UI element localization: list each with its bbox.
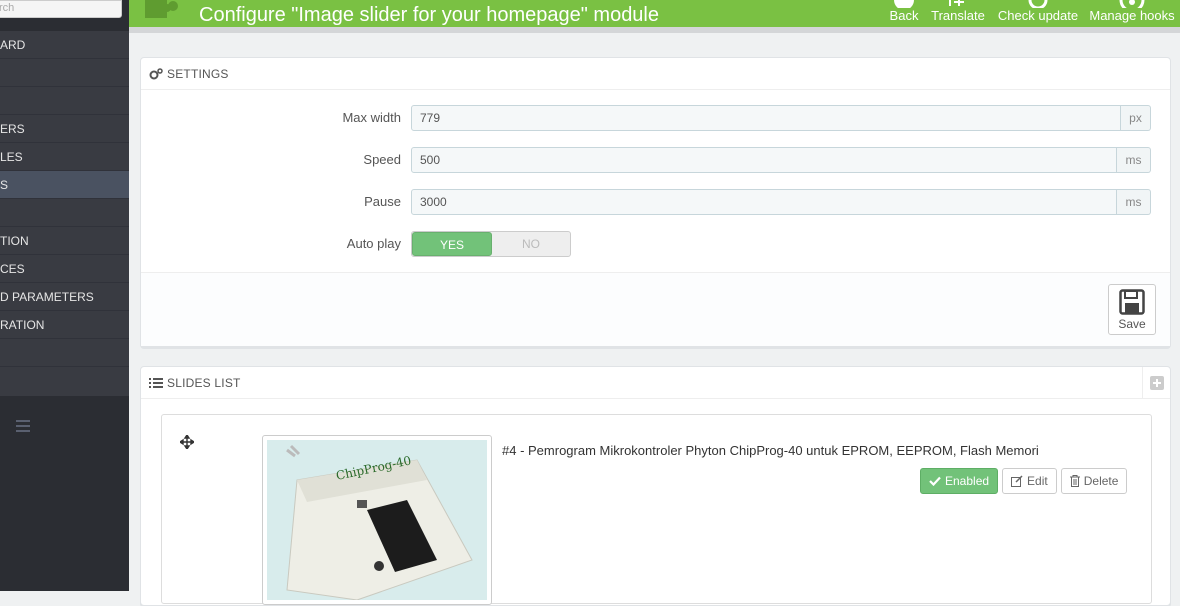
manage-hooks-button[interactable]: Manage hooks [1084,0,1180,27]
max-width-row: Max width 779 px [141,105,1172,133]
pause-unit: ms [1117,189,1151,215]
sidebar-menu: ARD ERS LES S TION CES D PARAMETERS RATI… [0,31,129,396]
slides-panel: SLIDES LIST ChipProg-40 #4 - Pemrogram M… [140,366,1171,606]
max-width-unit: px [1121,105,1151,131]
sidebar-item-active[interactable]: S [0,171,129,199]
sidebar-item[interactable] [0,87,129,115]
page-title: Configure "Image slider for your homepag… [199,4,659,26]
slides-heading: SLIDES LIST [141,367,1170,399]
enabled-toggle-button[interactable]: Enabled [920,468,999,494]
menu-collapse-icon[interactable] [16,420,30,432]
auto-play-no[interactable]: NO [492,232,570,256]
sidebar-item[interactable]: RATION [0,311,129,339]
auto-play-row: Auto play YES NO [141,231,1172,259]
settings-panel: SETTINGS Max width 779 px Speed 500 ms P… [140,57,1171,347]
back-icon [894,0,914,8]
refresh-icon [1028,0,1048,8]
pause-row: Pause 3000 ms [141,189,1172,217]
trash-icon [1069,475,1080,487]
auto-play-label: Auto play [346,236,401,251]
delete-slide-button[interactable]: Delete [1060,468,1128,494]
toolbar: Back Translate Check update Manage hooks [884,0,1180,27]
auto-play-yes[interactable]: YES [412,232,492,256]
sidebar-item[interactable]: ARD [0,31,129,59]
check-icon [929,476,941,486]
sidebar-item[interactable] [0,199,129,227]
anchor-icon [1119,0,1145,8]
slide-item: ChipProg-40 #4 - Pemrogram Mikrokontrole… [161,414,1152,605]
list-icon [149,377,163,388]
sidebar-item[interactable] [0,339,129,367]
settings-heading: SETTINGS [141,58,1170,90]
sidebar-search-input[interactable]: rch [0,0,122,18]
add-slide-button[interactable] [1142,367,1170,399]
sidebar-item[interactable]: D PARAMETERS [0,283,129,311]
save-button[interactable]: Save [1108,284,1156,335]
pause-input[interactable]: 3000 [411,189,1117,215]
speed-unit: ms [1117,147,1151,173]
speed-input[interactable]: 500 [411,147,1117,173]
page-header: Configure "Image slider for your homepag… [129,0,1180,33]
slide-title: #4 - Pemrogram Mikrokontroler Phyton Chi… [502,443,1039,458]
settings-footer: Save [141,272,1170,346]
puzzle-icon [143,0,183,22]
sidebar-item[interactable]: ERS [0,115,129,143]
back-button[interactable]: Back [884,0,924,27]
cogs-icon [149,67,163,79]
check-update-button[interactable]: Check update [992,0,1084,27]
sidebar-item[interactable]: CES [0,255,129,283]
sidebar-item[interactable]: TION [0,227,129,255]
sidebar-item[interactable]: LES [0,143,129,171]
speed-row: Speed 500 ms [141,147,1172,175]
slide-actions: Enabled Edit Delete [920,468,1128,494]
save-icon [1119,289,1145,315]
max-width-label: Max width [342,110,401,125]
sidebar: rch ARD ERS LES S TION CES D PARAMETERS … [0,0,129,591]
sidebar-item[interactable] [0,59,129,87]
edit-slide-button[interactable]: Edit [1002,468,1057,494]
auto-play-switch[interactable]: YES NO [411,231,571,257]
max-width-input[interactable]: 779 [411,105,1121,131]
plus-square-icon [1150,376,1164,390]
translate-icon [949,0,964,6]
pause-label: Pause [364,194,401,209]
move-icon[interactable] [180,435,194,449]
edit-icon [1011,475,1023,487]
slide-image: ChipProg-40 [267,440,487,600]
speed-label: Speed [363,152,401,167]
translate-button[interactable]: Translate [924,0,992,27]
slide-thumbnail: ChipProg-40 [262,435,492,605]
